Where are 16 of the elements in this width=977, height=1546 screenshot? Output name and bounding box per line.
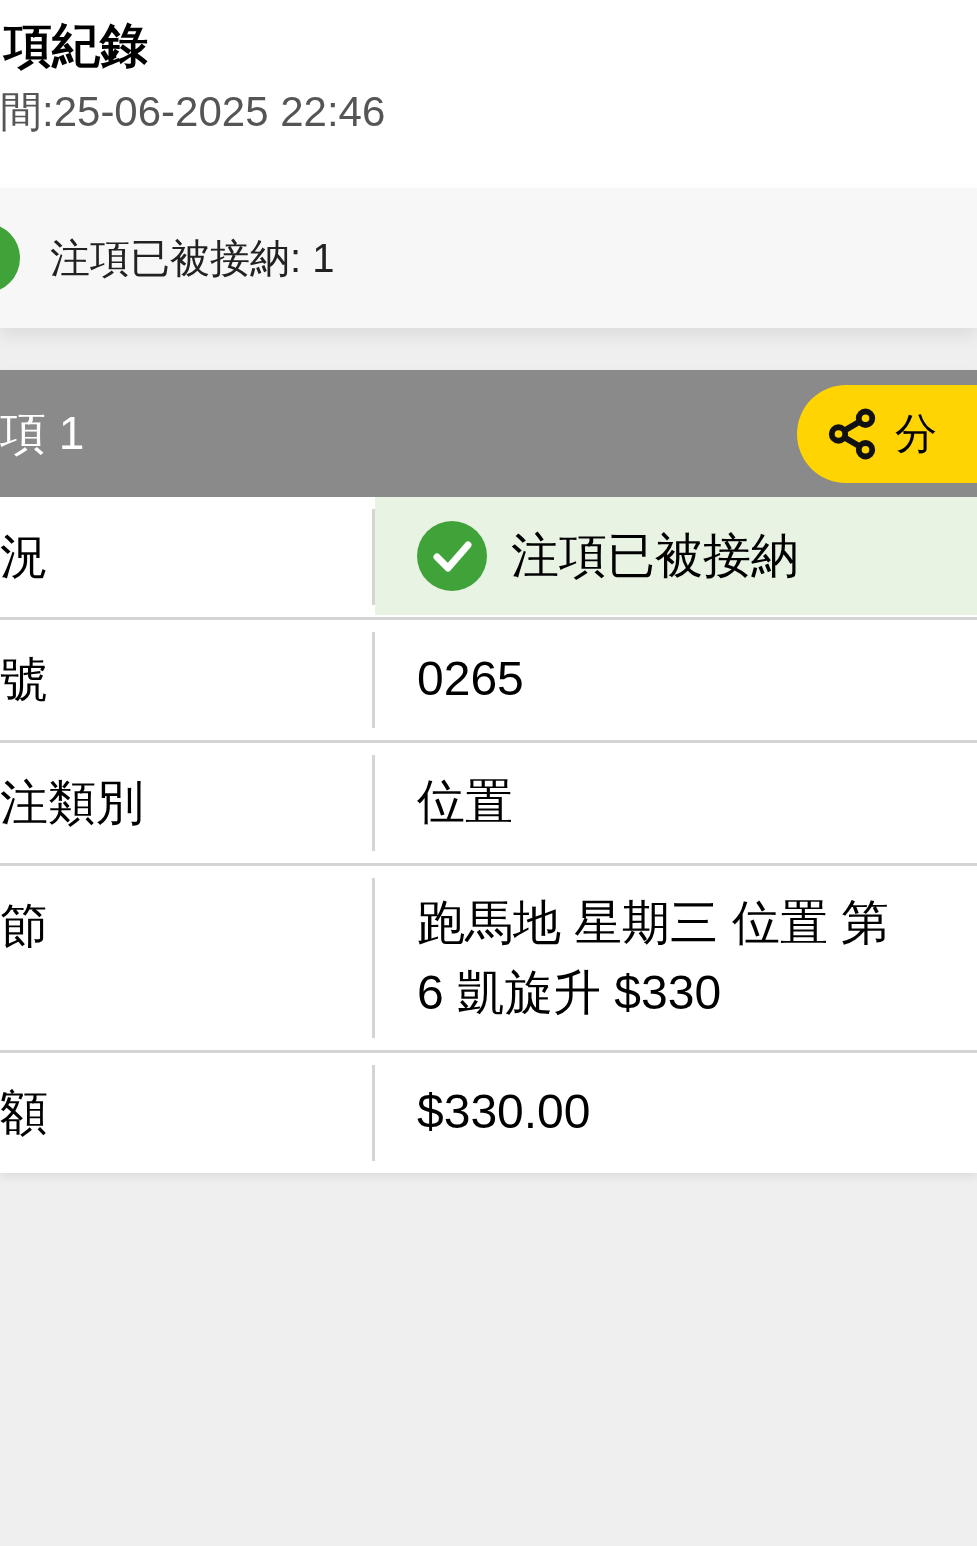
field-value: 0265 bbox=[417, 651, 524, 707]
field-value: 位置 bbox=[417, 774, 513, 830]
status-text: 注項已被接納 bbox=[511, 528, 799, 584]
summary-text: 注項已被接納: 1 bbox=[50, 235, 335, 282]
bet-details: 跑馬地 星期三 位置 第 6 凱旋升 $330 bbox=[417, 895, 890, 1021]
card-title: 項 1 bbox=[0, 406, 85, 461]
page-title: 項紀錄 bbox=[2, 18, 149, 74]
field-value: $330.00 bbox=[417, 1084, 591, 1140]
field-label: 號 bbox=[0, 652, 48, 708]
share-button[interactable]: 分 bbox=[797, 384, 977, 483]
field-label: 注類別 bbox=[0, 775, 144, 831]
bet-time: 間:25-06-2025 22:46 bbox=[0, 87, 387, 137]
field-label: 額 bbox=[0, 1085, 48, 1141]
field-label: 節 bbox=[0, 898, 48, 954]
field-label: 況 bbox=[0, 529, 48, 585]
check-icon bbox=[417, 521, 487, 591]
